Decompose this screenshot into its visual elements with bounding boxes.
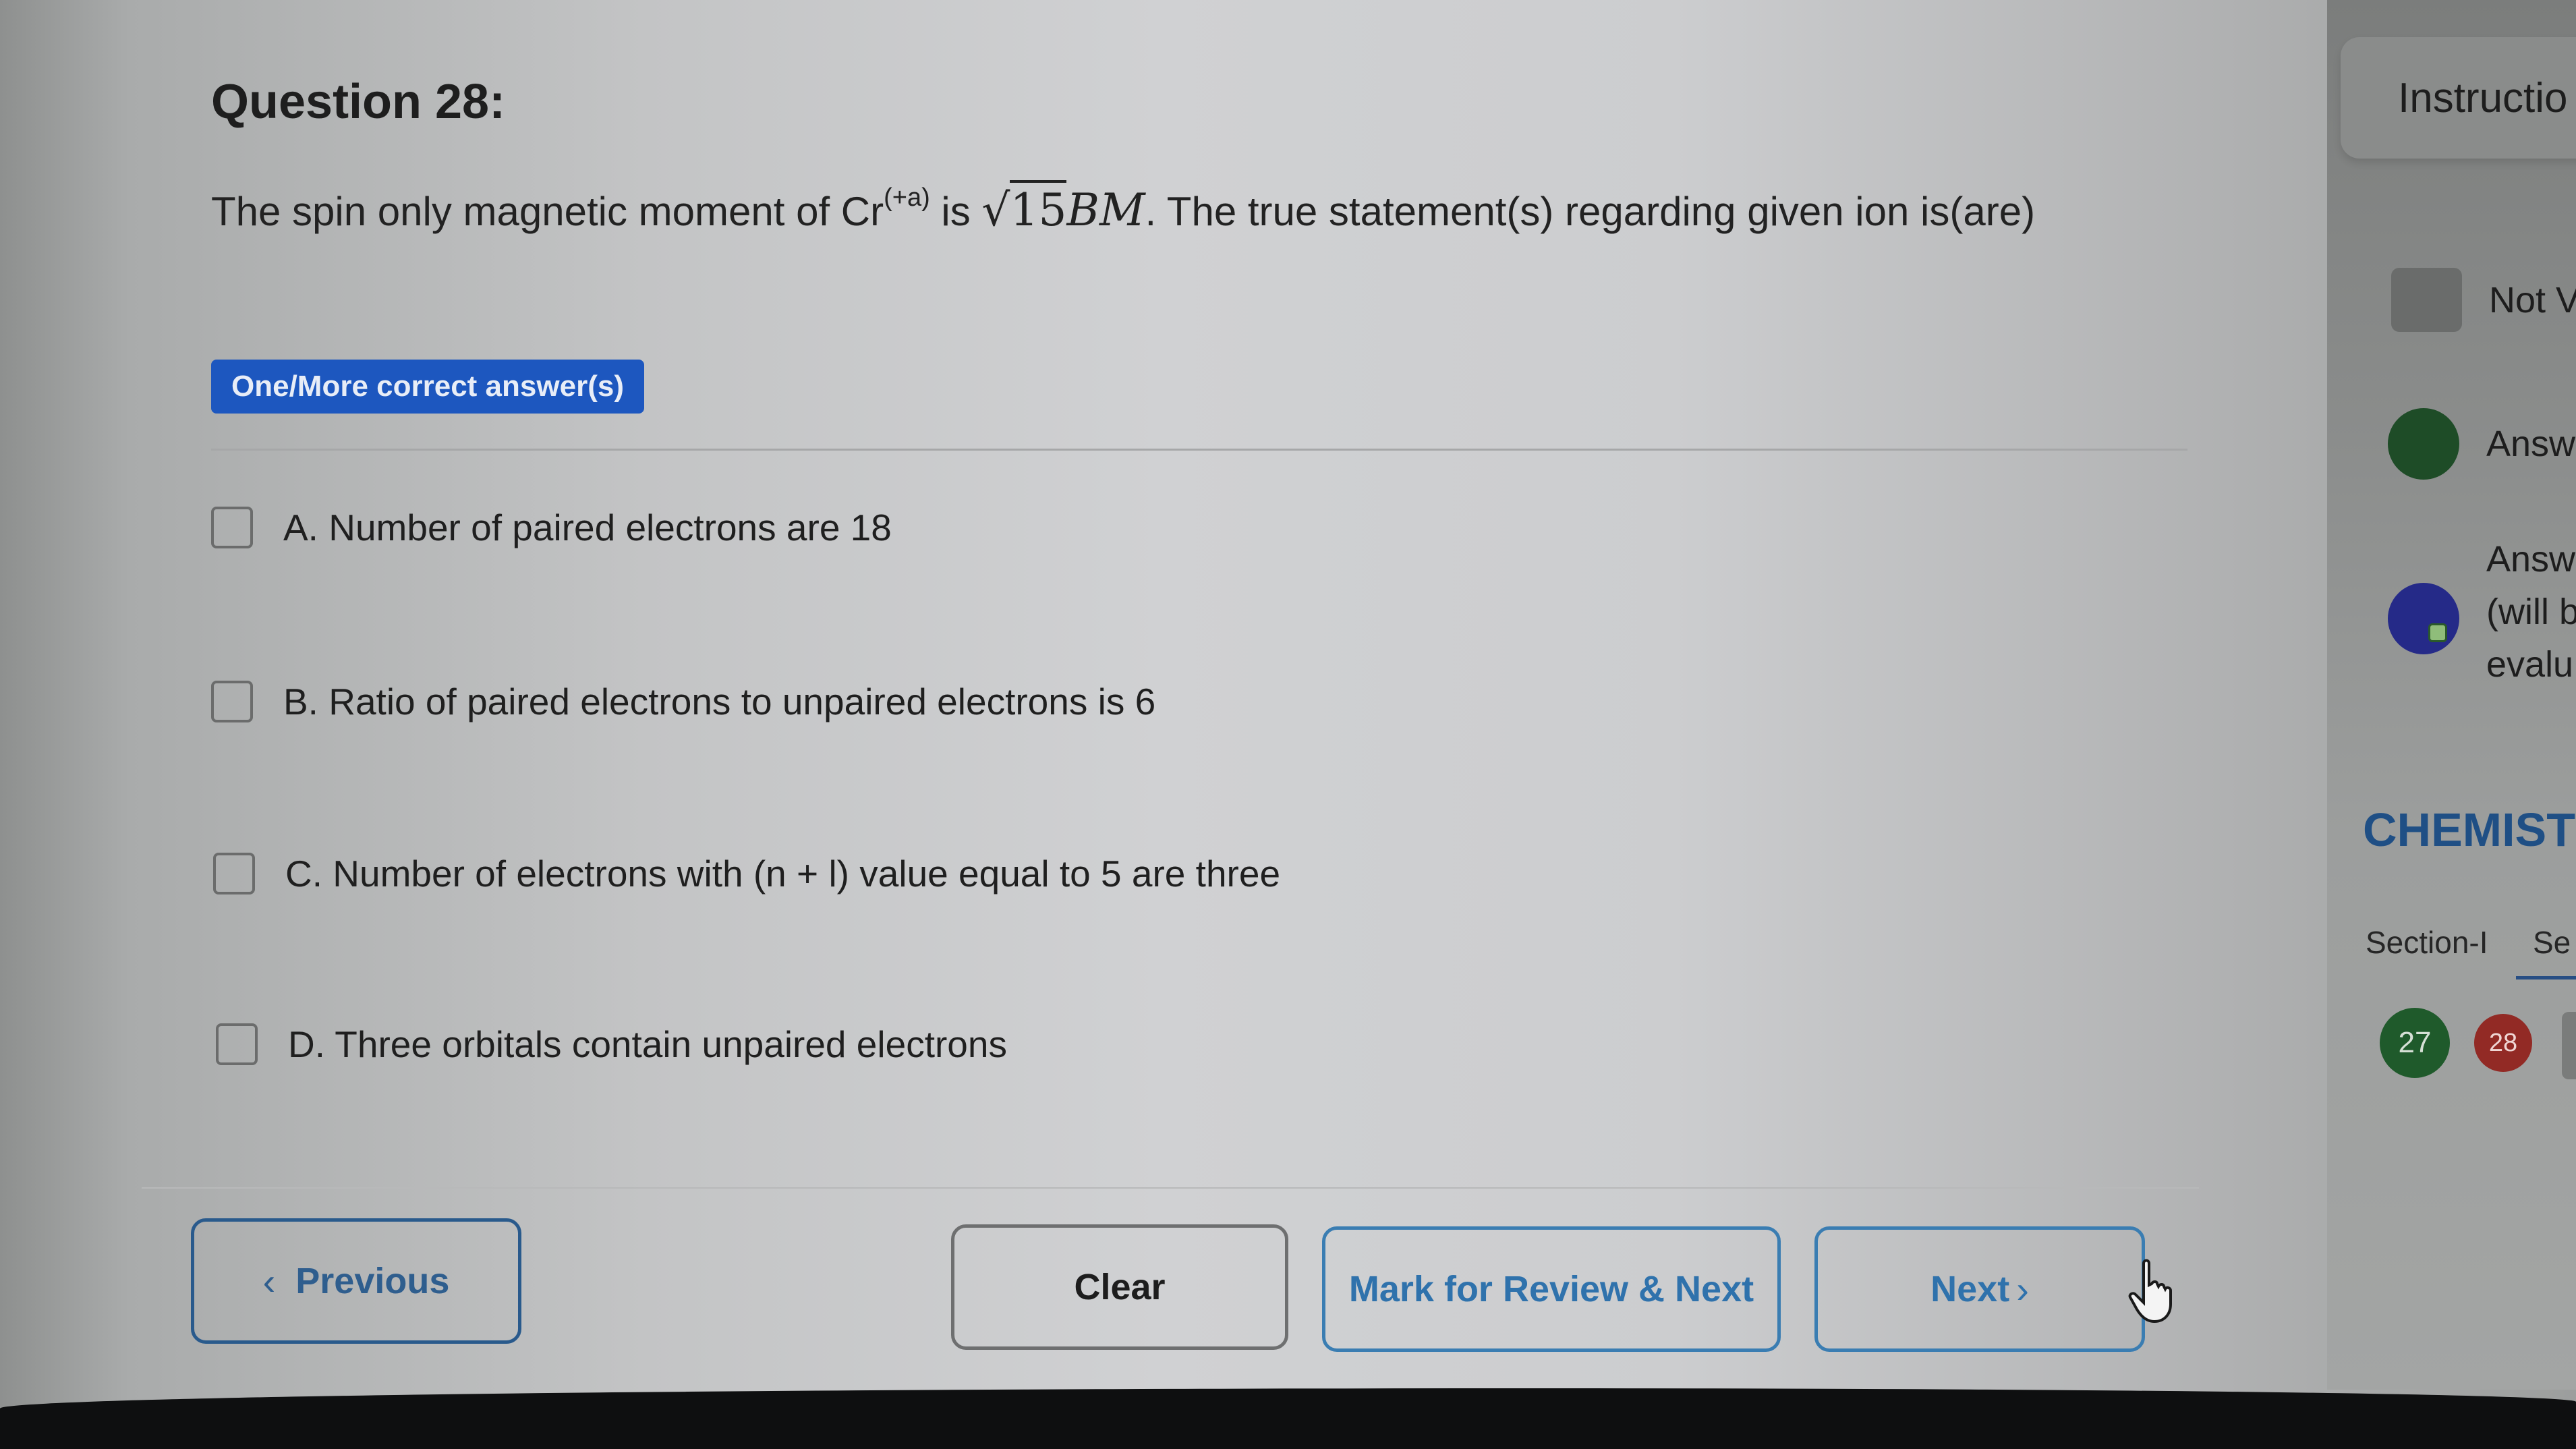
option-c-checkbox[interactable] [213,853,255,894]
chevron-right-icon: › [2016,1268,2029,1311]
sqrt-icon: √ [981,184,1010,236]
legend-line-2: (will b [2486,592,2576,632]
divider [211,449,2187,451]
question-text: The spin only magnetic moment of Cr(+a) … [211,172,2221,243]
palette-question-28[interactable]: 28 [2474,1014,2532,1072]
question-text-before: The spin only magnetic moment of Cr [211,189,884,234]
clear-label: Clear [1074,1267,1166,1307]
legend-answered-marked: Answ (will b evalu [2388,533,2576,691]
tab-section-1[interactable]: Section-I [2366,924,2488,961]
question-text-is: is [929,189,982,234]
option-a[interactable]: A. Number of paired electrons are 18 [211,497,892,558]
footer-divider [142,1187,2199,1189]
question-title: Question 28: [211,75,506,129]
option-b-checkbox[interactable] [211,681,253,722]
answered-marked-icon [2388,583,2459,654]
next-label: Next [1930,1269,2010,1309]
answered-icon [2388,408,2459,480]
legend-line-3: evalu [2486,644,2574,685]
marked-badge-icon [2428,623,2447,642]
question-panel: Question 28: The spin only magnetic mome… [142,0,2266,1390]
legend-answered-marked-label: Answ (will b evalu [2486,533,2576,691]
previous-label: Previous [295,1261,450,1301]
active-tab-indicator [2516,976,2576,979]
question-text-after: . The true statement(s) regarding given … [1145,189,2036,234]
mark-review-label: Mark for Review & Next [1348,1269,1754,1309]
option-d-label: D. Three orbitals contain unpaired elect… [288,1023,1007,1065]
legend-answered: Answ [2388,408,2575,480]
legend-line-1: Answ [2486,539,2576,579]
subject-title: CHEMISTR [2363,803,2576,856]
previous-button[interactable]: ‹ Previous [191,1218,521,1344]
option-c[interactable]: C. Number of electrons with (n + l) valu… [213,843,1280,904]
option-b[interactable]: B. Ratio of paired electrons to unpaired… [211,671,1155,732]
legend-not-visited: Not V [2391,268,2576,332]
magnetic-moment-formula: √15BM [981,180,1145,236]
hand-cursor-icon [2128,1259,2172,1324]
chevron-left-icon: ‹ [262,1259,276,1303]
palette-question-27[interactable]: 27 [2380,1008,2450,1078]
legend-not-visited-label: Not V [2489,279,2576,320]
clear-button[interactable]: Clear [951,1224,1288,1350]
sqrt-value: 15 [1010,180,1067,236]
instructions-label: Instructio [2398,75,2568,121]
legend-answered-label: Answ [2486,424,2576,464]
option-d[interactable]: D. Three orbitals contain unpaired elect… [216,1014,1007,1075]
palette-question-next[interactable] [2562,1012,2576,1079]
option-a-checkbox[interactable] [211,507,253,548]
unit: BM [1066,184,1145,236]
not-visited-icon [2391,268,2462,332]
tab-section-2[interactable]: Se [2533,924,2571,961]
next-button[interactable]: Next › [1814,1226,2145,1352]
mark-for-review-next-button[interactable]: Mark for Review & Next [1322,1226,1781,1352]
option-d-checkbox[interactable] [216,1023,258,1065]
option-a-label: A. Number of paired electrons are 18 [283,507,892,548]
question-type-badge: One/More correct answer(s) [211,360,644,414]
option-b-label: B. Ratio of paired electrons to unpaired… [283,681,1156,722]
right-sidebar: Instructio Not V Answ Answ (will b evalu… [2327,0,2576,1390]
option-c-label: C. Number of electrons with (n + l) valu… [285,853,1281,894]
charge-superscript: (+a) [884,183,930,212]
screen-bezel [0,1388,2576,1449]
